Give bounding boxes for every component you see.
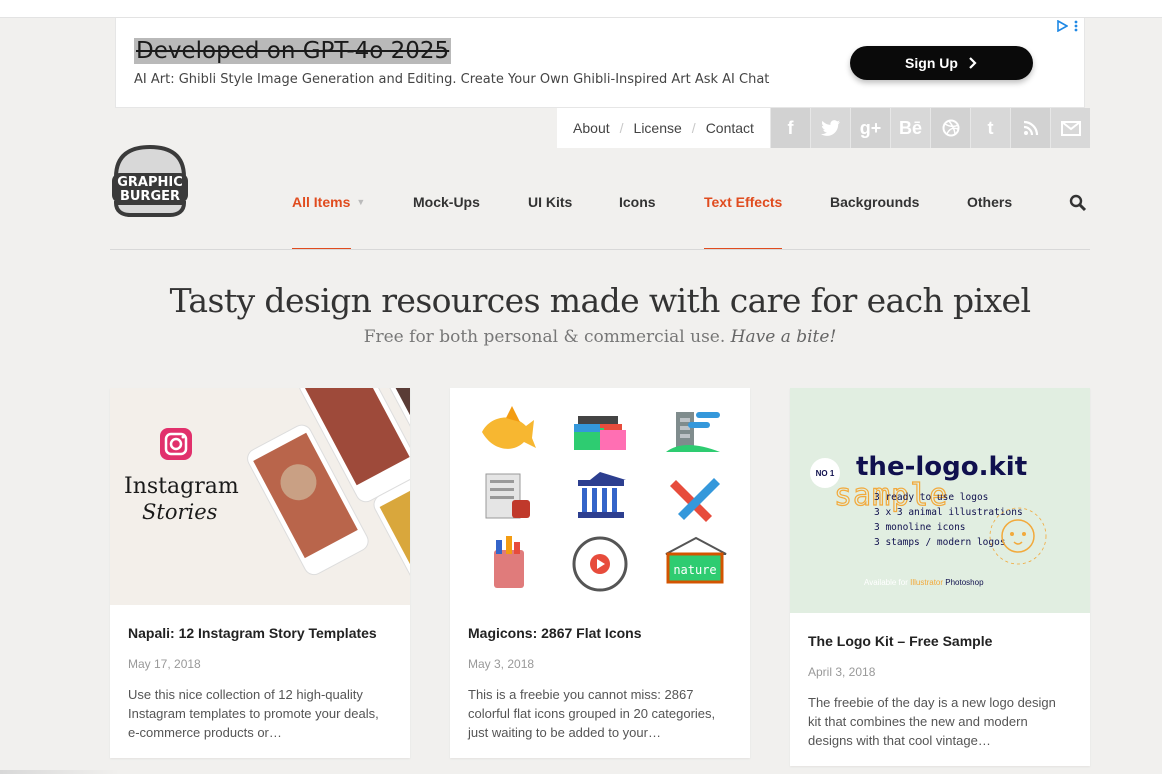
separator: /: [691, 120, 696, 136]
more-options-icon[interactable]: [1074, 20, 1078, 32]
nav-all-items-label: All Items: [292, 194, 351, 210]
ad-signup-button[interactable]: Sign Up: [850, 46, 1033, 80]
image-footer-illustrator: Illustrator: [910, 578, 944, 587]
hero-subtitle-emphasis: Have a bite!: [730, 327, 837, 347]
post-date: May 3, 2018: [468, 657, 535, 671]
facebook-icon[interactable]: f: [770, 108, 810, 148]
post-date: May 17, 2018: [128, 657, 201, 671]
dribbble-icon[interactable]: [930, 108, 970, 148]
post-card[interactable]: NO 1 the-logo.kit sample 3 ready to use …: [790, 388, 1090, 766]
decorative-shadow: [0, 770, 120, 774]
google-plus-icon[interactable]: g+: [850, 108, 890, 148]
separator: /: [619, 120, 624, 136]
top-links: About / License / Contact: [557, 108, 770, 148]
ad-banner[interactable]: Developed on GPT-4o 2025 AI Art: Ghibli …: [115, 18, 1085, 108]
social-links: f g+ Bē t: [770, 108, 1090, 148]
post-title[interactable]: Magicons: 2867 Flat Icons: [468, 625, 732, 641]
post-title[interactable]: The Logo Kit – Free Sample: [808, 633, 1072, 649]
post-title[interactable]: Napali: 12 Instagram Story Templates: [128, 625, 392, 641]
post-card[interactable]: nature Magicons: 2867 Flat Icons May 3, …: [450, 388, 750, 758]
post-excerpt: This is a freebie you cannot miss: 2867 …: [468, 687, 716, 740]
post-excerpt: The freebie of the day is a new logo des…: [808, 695, 1056, 748]
main-nav: All Items ▼ Mock-Ups UI Kits Icons Text E…: [110, 180, 1090, 250]
post-excerpt: Use this nice collection of 12 high-qual…: [128, 687, 379, 740]
adchoices-icon[interactable]: [1056, 20, 1078, 32]
image-footer-text: Available for: [864, 578, 908, 587]
tumblr-icon[interactable]: t: [970, 108, 1010, 148]
about-link[interactable]: About: [573, 120, 610, 136]
bear-stamp-icon: [989, 507, 1047, 565]
nav-all-items[interactable]: All Items ▼: [292, 194, 365, 210]
nav-backgrounds[interactable]: Backgrounds: [830, 194, 919, 210]
flat-icons-grid-illustration: nature: [482, 406, 727, 592]
hero-subtitle: Free for both personal & commercial use.…: [0, 327, 1162, 347]
nav-text-effects[interactable]: Text Effects: [704, 194, 782, 210]
rss-icon[interactable]: [1010, 108, 1050, 148]
ad-title[interactable]: Developed on GPT-4o 2025: [134, 38, 452, 64]
search-icon[interactable]: [1069, 194, 1087, 212]
nature-sign-text: nature: [673, 563, 716, 577]
nav-mockups[interactable]: Mock-Ups: [413, 194, 480, 210]
nav-others[interactable]: Others: [967, 194, 1012, 210]
license-link[interactable]: License: [634, 120, 682, 136]
contact-link[interactable]: Contact: [706, 120, 754, 136]
caret-down-icon: ▼: [356, 197, 366, 207]
nav-icons[interactable]: Icons: [619, 194, 656, 210]
post-card[interactable]: Instagram Stories Napali: 12 Instagram S…: [110, 388, 410, 758]
hero-subtitle-text: Free for both personal & commercial use.: [363, 327, 726, 347]
post-thumbnail[interactable]: NO 1 the-logo.kit sample 3 ready to use …: [790, 388, 1090, 613]
chevron-right-icon: [969, 57, 977, 69]
nav-divider: [110, 249, 1090, 250]
image-footer: Available for Illustrator Photoshop: [864, 578, 984, 587]
ad-description[interactable]: AI Art: Ghibli Style Image Generation an…: [134, 72, 769, 87]
image-footer-photoshop: Photoshop: [945, 578, 984, 587]
image-caption: Stories: [142, 500, 218, 524]
post-thumbnail[interactable]: nature: [450, 388, 750, 605]
twitter-icon[interactable]: [810, 108, 850, 148]
hero-title: Tasty design resources made with care fo…: [169, 281, 1031, 320]
image-feature-line: 3 ready to use logos: [874, 492, 989, 503]
post-date: April 3, 2018: [808, 665, 876, 679]
ad-signup-label: Sign Up: [905, 55, 958, 71]
browser-top-strip: [0, 0, 1162, 18]
behance-icon[interactable]: Bē: [890, 108, 930, 148]
nav-ui-kits[interactable]: UI Kits: [528, 194, 572, 210]
post-thumbnail[interactable]: Instagram Stories: [110, 388, 410, 605]
image-caption: Instagram: [124, 474, 239, 499]
mail-icon[interactable]: [1050, 108, 1090, 148]
